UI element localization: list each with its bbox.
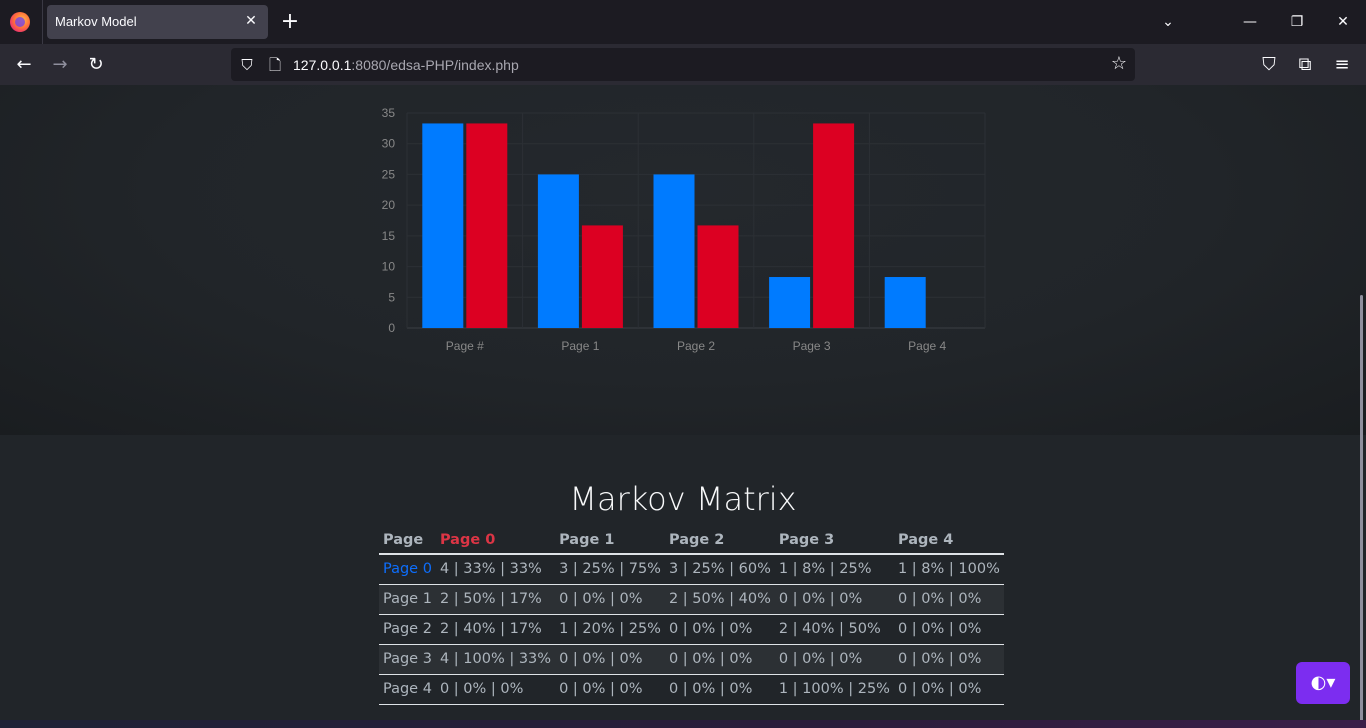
bar — [884, 277, 926, 328]
table-cell: 0 | 0% | 0% — [893, 584, 1004, 615]
page-content: 0 5 10 15 20 25 30 35 Page # Page 1 Page 2 Page 3 Pa… — [0, 85, 1366, 728]
reload-icon[interactable]: ↻ — [83, 52, 109, 78]
table-row: Page 34 | 100% | 33% 0 | 0% | 0% 0 | 0% | … — [379, 644, 1004, 675]
column-header: Page 3 — [774, 525, 894, 555]
y-tick-label: 15 — [382, 229, 396, 243]
y-tick-label: 35 — [382, 106, 396, 120]
bottom-strip — [0, 720, 1366, 728]
bar — [769, 277, 811, 328]
column-header: Page 1 — [555, 525, 665, 555]
table-cell: 2 | 40% | 50% — [774, 614, 894, 645]
firefox-logo-icon[interactable] — [10, 12, 30, 32]
table-header-row: Page Page 0 Page 1 Page 2 Page 3 Page 4 — [379, 525, 1004, 555]
bar — [581, 225, 623, 328]
table-cell: 1 | 8% | 100% — [893, 554, 1004, 585]
table-row: Page 12 | 50% | 17% 0 | 0% | 0% 2 | 50% | … — [379, 584, 1004, 615]
y-tick-label: 30 — [382, 137, 396, 151]
table-cell: 2 | 40% | 17% — [435, 614, 556, 645]
table-cell: 1 | 100% | 25% — [774, 674, 894, 705]
table-cell: 4 | 100% | 33% — [435, 644, 556, 675]
plus-icon[interactable]: + — [280, 11, 300, 33]
table-cell: 3 | 25% | 75% — [555, 554, 665, 585]
page-title: Markov Matrix — [569, 480, 797, 518]
row-header-cell: Page 1 — [379, 584, 436, 615]
bar-chart: 0 5 10 15 20 25 30 35 Page # Page 1 Page 2 Page 3 Pa… — [382, 106, 986, 353]
table-cell: 4 | 33% | 33% — [435, 554, 556, 585]
extensions-icon[interactable]: ⧉ — [1292, 52, 1318, 78]
contrast-icon: ◐▾ — [1310, 672, 1336, 693]
bar — [813, 123, 855, 328]
markov-matrix-table: Page Page 0 Page 1 Page 2 Page 3 Page 4 Page … — [379, 525, 1004, 705]
x-tick-label: Page 4 — [908, 339, 946, 353]
y-tick-label: 5 — [388, 290, 395, 304]
table-cell: 0 | 0% | 0% — [664, 614, 775, 645]
url-bar[interactable]: ⛉ 🗋 127.0.0.1:8080/edsa-PHP/index.php ☆ — [231, 48, 1135, 81]
menu-icon[interactable]: ≡ — [1329, 52, 1355, 78]
close-window-icon[interactable]: ✕ — [1331, 10, 1355, 34]
column-header: Page 4 — [893, 525, 1004, 555]
close-icon[interactable]: ✕ — [242, 12, 260, 30]
row-header-cell: Page 4 — [379, 674, 436, 705]
y-tick-label: 0 — [388, 321, 395, 335]
x-tick-label: Page 3 — [793, 339, 831, 353]
x-tick-label: Page # — [446, 339, 484, 353]
url-text[interactable]: 127.0.0.1:8080/edsa-PHP/index.php — [293, 57, 519, 73]
table-row: Page 40 | 0% | 0% 0 | 0% | 0% 0 | 0% | 0% 1… — [379, 674, 1004, 705]
row-header-cell: Page 2 — [379, 614, 436, 645]
bar — [537, 174, 579, 328]
back-arrow-icon[interactable]: ← — [11, 52, 37, 78]
column-header: Page 2 — [664, 525, 775, 555]
y-tick-label: 25 — [382, 167, 396, 181]
pocket-icon[interactable]: ⛉ — [1256, 52, 1282, 78]
table-cell: 1 | 8% | 25% — [774, 554, 894, 585]
bar — [697, 225, 739, 328]
table-cell: 0 | 0% | 0% — [664, 644, 775, 675]
table-cell: 3 | 25% | 60% — [664, 554, 775, 585]
minimize-icon[interactable]: — — [1238, 10, 1262, 34]
table-cell: 0 | 0% | 0% — [893, 644, 1004, 675]
tab-title: Markov Model — [55, 14, 137, 29]
star-icon[interactable]: ☆ — [1109, 54, 1129, 74]
table-cell: 2 | 50% | 17% — [435, 584, 556, 615]
table-cell: 0 | 0% | 0% — [555, 584, 665, 615]
table-cell: 0 | 0% | 0% — [664, 674, 775, 705]
column-header: Page — [379, 525, 436, 555]
row-header-cell: Page 3 — [379, 644, 436, 675]
table-cell: 0 | 0% | 0% — [555, 644, 665, 675]
shield-icon[interactable]: ⛉ — [238, 56, 256, 74]
forward-arrow-icon[interactable]: → — [47, 52, 73, 78]
y-tick-label: 20 — [382, 198, 396, 212]
table-cell: 2 | 50% | 40% — [664, 584, 775, 615]
row-header-cell: Page 0 — [379, 554, 436, 585]
x-tick-label: Page 1 — [561, 339, 599, 353]
bar — [466, 123, 508, 328]
navigation-bar: ← → ↻ ⛉ 🗋 127.0.0.1:8080/edsa-PHP/index.… — [0, 44, 1366, 85]
table-cell: 0 | 0% | 0% — [555, 674, 665, 705]
x-tick-label: Page 2 — [677, 339, 715, 353]
table-row: Page 04 | 33% | 33% 3 | 25% | 75% 3 | 25% … — [379, 554, 1004, 585]
y-tick-label: 10 — [382, 260, 396, 274]
table-cell: 1 | 20% | 25% — [555, 614, 665, 645]
table-cell: 0 | 0% | 0% — [893, 674, 1004, 705]
table-cell: 0 | 0% | 0% — [435, 674, 556, 705]
bar — [422, 123, 464, 328]
table-cell: 0 | 0% | 0% — [774, 584, 894, 615]
table-cell: 0 | 0% | 0% — [893, 614, 1004, 645]
table-row: Page 22 | 40% | 17% 1 | 20% | 25% 0 | 0% |… — [379, 614, 1004, 645]
tab-strip: Markov Model ✕ + ⌄ — ❐ ✕ — [0, 0, 1366, 44]
chevron-down-icon[interactable]: ⌄ — [1156, 10, 1180, 34]
column-header: Page 0 — [435, 525, 556, 555]
scrollbar[interactable] — [1360, 295, 1363, 725]
page-icon[interactable]: 🗋 — [266, 56, 284, 74]
bar — [653, 174, 695, 328]
tab-separator — [42, 0, 43, 44]
table-cell: 0 | 0% | 0% — [774, 644, 894, 675]
restore-icon[interactable]: ❐ — [1285, 10, 1309, 34]
theme-toggle-button[interactable]: ◐▾ — [1296, 662, 1350, 704]
tab-markov-model[interactable]: Markov Model ✕ — [47, 5, 268, 39]
